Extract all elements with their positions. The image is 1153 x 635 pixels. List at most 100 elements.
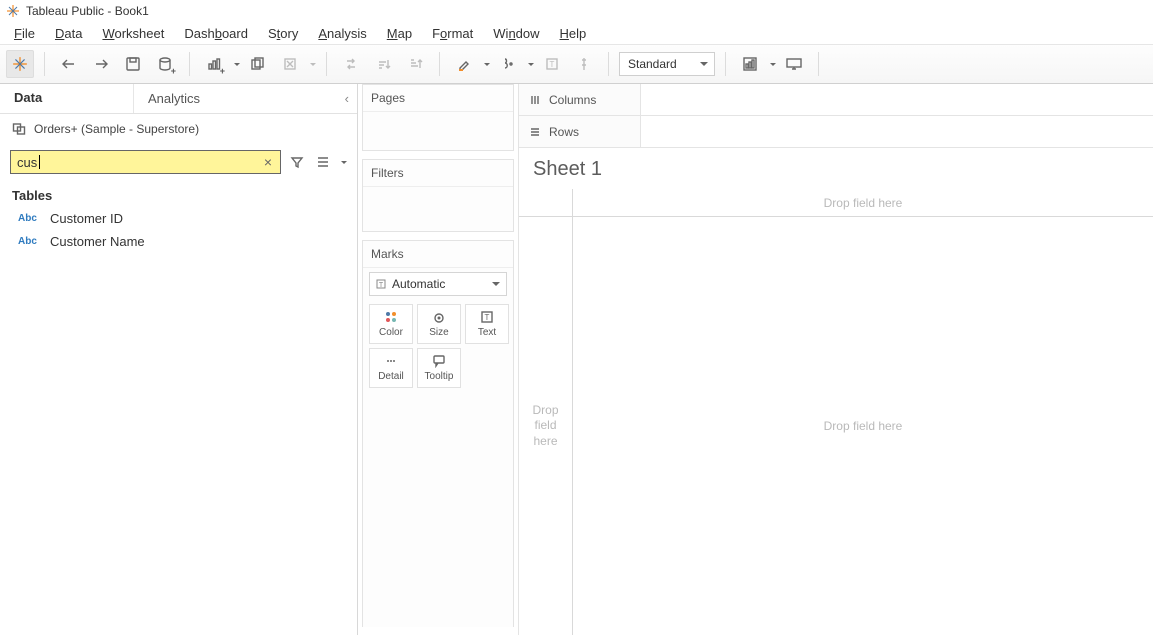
menubar: File Data Worksheet Dashboard Story Anal… <box>0 22 1153 44</box>
columns-drop-zone[interactable] <box>641 84 1153 115</box>
data-source-row[interactable]: Orders+ (Sample - Superstore) <box>0 114 357 144</box>
cards-column: Pages Filters Marks T Automatic <box>358 84 518 635</box>
chevron-down-icon[interactable] <box>528 63 534 66</box>
chevron-down-icon[interactable] <box>341 161 347 164</box>
mark-text-button[interactable]: T Text <box>465 304 509 344</box>
menu-map[interactable]: Map <box>377 24 422 43</box>
view-fields-list-icon[interactable] <box>313 152 333 172</box>
pages-header: Pages <box>363 85 513 112</box>
sheet-title[interactable]: Sheet 1 <box>519 148 1153 189</box>
swap-rows-columns-button[interactable] <box>337 50 365 78</box>
pages-shelf[interactable]: Pages <box>362 84 514 151</box>
filters-header: Filters <box>363 160 513 187</box>
clear-search-icon[interactable]: × <box>260 154 276 170</box>
undo-button[interactable] <box>55 50 83 78</box>
tab-analytics-label: Analytics <box>148 91 200 106</box>
duplicate-sheet-button[interactable] <box>244 50 272 78</box>
field-search-text[interactable] <box>15 155 260 170</box>
menu-file[interactable]: File <box>4 24 45 43</box>
window-titlebar: Tableau Public - Book1 <box>0 0 1153 22</box>
redo-button[interactable] <box>87 50 115 78</box>
plus-icon: + <box>220 66 225 76</box>
sort-ascending-button[interactable] <box>369 50 397 78</box>
sort-descending-button[interactable] <box>401 50 429 78</box>
tableau-logo-icon <box>6 4 20 18</box>
main-area: Data Analytics ‹ Orders+ (Sample - Super… <box>0 84 1153 635</box>
collapse-pane-icon[interactable]: ‹ <box>345 91 349 106</box>
mark-detail-button[interactable]: Detail <box>369 348 413 388</box>
pin-axis-button[interactable] <box>570 50 598 78</box>
mark-size-label: Size <box>429 327 448 338</box>
toolbar: + + T Standard <box>0 44 1153 84</box>
window-title: Tableau Public - Book1 <box>26 4 149 18</box>
columns-label: Columns <box>549 93 596 107</box>
viz-canvas: Drop field here Drop field here Drop fie… <box>519 189 1153 635</box>
chevron-down-icon[interactable] <box>484 63 490 66</box>
mark-type-dropdown[interactable]: T Automatic <box>369 272 507 296</box>
new-worksheet-button[interactable]: + <box>200 50 228 78</box>
filters-shelf[interactable]: Filters <box>362 159 514 232</box>
clear-sheet-button[interactable] <box>276 50 304 78</box>
show-me-button[interactable] <box>736 50 764 78</box>
group-button[interactable] <box>494 50 522 78</box>
menu-analysis[interactable]: Analysis <box>308 24 376 43</box>
color-dots-icon <box>384 310 398 324</box>
menu-data[interactable]: Data <box>45 24 92 43</box>
highlight-button[interactable] <box>450 50 478 78</box>
tableau-home-button[interactable] <box>6 50 34 78</box>
columns-icon <box>529 94 541 106</box>
chevron-down-icon[interactable] <box>310 63 316 66</box>
abc-type-icon: Abc <box>18 236 40 247</box>
menu-story[interactable]: Story <box>258 24 308 43</box>
menu-dashboard[interactable]: Dashboard <box>174 24 258 43</box>
mark-detail-label: Detail <box>378 371 404 382</box>
chevron-down-icon[interactable] <box>234 63 240 66</box>
tab-data[interactable]: Data <box>0 84 134 113</box>
rows-drop-zone[interactable] <box>641 116 1153 147</box>
mark-size-button[interactable]: Size <box>417 304 461 344</box>
menu-format[interactable]: Format <box>422 24 483 43</box>
field-label: Customer Name <box>50 234 145 249</box>
text-icon: T <box>480 310 494 324</box>
field-customer-name[interactable]: Abc Customer Name <box>0 230 357 253</box>
canvas-columns-drop[interactable]: Drop field here <box>573 189 1153 217</box>
datasource-icon <box>12 122 26 136</box>
mark-type-label: Automatic <box>392 277 445 291</box>
plus-icon: + <box>171 66 176 76</box>
rows-icon <box>529 126 541 138</box>
columns-shelf[interactable]: Columns <box>519 84 1153 116</box>
mark-tooltip-label: Tooltip <box>425 371 454 382</box>
mark-color-button[interactable]: Color <box>369 304 413 344</box>
field-search-input[interactable]: × <box>10 150 281 174</box>
svg-text:T: T <box>379 282 384 289</box>
detail-icon <box>384 354 398 368</box>
rows-label: Rows <box>549 125 579 139</box>
menu-window[interactable]: Window <box>483 24 549 43</box>
canvas-main-drop[interactable]: Drop field here <box>573 217 1153 635</box>
filter-fields-icon[interactable] <box>287 152 307 172</box>
chevron-down-icon <box>492 282 500 286</box>
fit-dropdown[interactable]: Standard <box>619 52 715 76</box>
fit-dropdown-label: Standard <box>628 57 677 71</box>
menu-help[interactable]: Help <box>550 24 597 43</box>
automatic-type-icon: T <box>376 279 386 289</box>
presentation-mode-button[interactable] <box>780 50 808 78</box>
data-source-name: Orders+ (Sample - Superstore) <box>34 122 199 136</box>
field-customer-id[interactable]: Abc Customer ID <box>0 207 357 230</box>
chevron-down-icon[interactable] <box>770 63 776 66</box>
menu-worksheet[interactable]: Worksheet <box>92 24 174 43</box>
mark-color-label: Color <box>379 327 403 338</box>
canvas-rows-drop[interactable]: Drop field here <box>519 217 573 635</box>
data-pane: Data Analytics ‹ Orders+ (Sample - Super… <box>0 84 358 635</box>
chevron-down-icon <box>700 62 708 66</box>
new-data-source-button[interactable]: + <box>151 50 179 78</box>
svg-text:T: T <box>485 313 490 322</box>
rows-shelf[interactable]: Rows <box>519 116 1153 148</box>
save-button[interactable] <box>119 50 147 78</box>
mark-text-label: Text <box>478 327 496 338</box>
tab-analytics[interactable]: Analytics ‹ <box>134 84 357 113</box>
show-mark-labels-button[interactable]: T <box>538 50 566 78</box>
mark-tooltip-button[interactable]: Tooltip <box>417 348 461 388</box>
size-icon <box>432 310 446 324</box>
tooltip-icon <box>432 354 446 368</box>
